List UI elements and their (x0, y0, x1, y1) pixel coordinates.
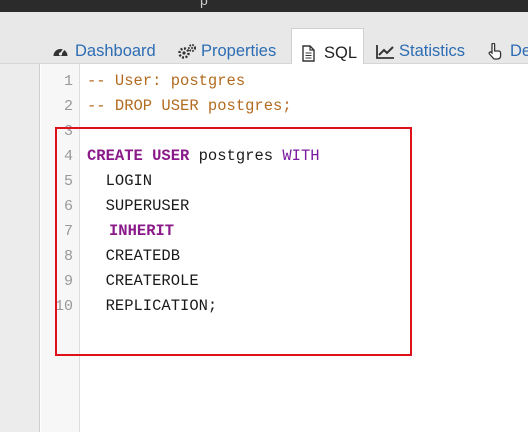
tab-label: SQL (324, 44, 358, 62)
line-chart-icon (376, 43, 394, 60)
highlight-box (55, 127, 412, 356)
tab-label: Statistics (399, 41, 466, 60)
code-line-comment: -- DROP USER postgres; (87, 97, 292, 115)
tab-dependencies[interactable]: De (487, 38, 528, 64)
left-panel (0, 64, 40, 432)
file-icon (301, 45, 318, 62)
tab-label: De (510, 41, 528, 60)
gears-icon (178, 43, 196, 60)
code-line-comment: -- User: postgres (87, 72, 246, 90)
tab-label: Properties (201, 41, 277, 60)
line-number: 2 (63, 98, 73, 115)
tab-statistics[interactable]: Statistics (376, 38, 465, 64)
tab-bar: Dashboard Properties SQL Statistics De (0, 12, 528, 76)
hand-pointer-icon (487, 42, 504, 60)
window-titlebar: p (0, 0, 528, 12)
tab-properties[interactable]: Properties (178, 38, 276, 64)
tab-label: Dashboard (75, 41, 156, 60)
dashboard-icon (52, 43, 69, 60)
line-number: 1 (63, 73, 73, 90)
window-title: p (200, 0, 208, 8)
tab-dashboard[interactable]: Dashboard (52, 38, 156, 64)
